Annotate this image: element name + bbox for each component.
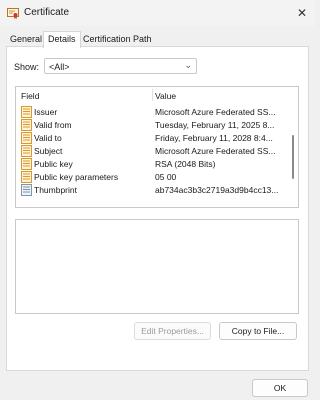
property-icon [21,171,32,183]
close-button[interactable]: ✕ [289,0,315,26]
field-value: 05 00 [155,172,177,182]
field-name: Thumbprint [34,185,77,195]
window-title: Certificate [24,7,70,18]
property-icon [21,119,32,131]
tab-details[interactable]: Details [43,31,81,48]
field-name: Subject [34,146,63,156]
show-dropdown[interactable]: <All> ⌄ [44,58,197,74]
details-panel: Show: <All> ⌄ Field Value Issuer Microso… [6,46,309,371]
list-header: Field Value [16,87,298,103]
tab-certification-path[interactable]: Certification Path [79,33,156,47]
list-item[interactable]: Valid to Friday, February 11, 2028 8:4..… [16,132,288,145]
column-header-field[interactable]: Field [21,91,39,101]
field-value: Microsoft Azure Federated SS... [155,107,276,117]
list-item[interactable]: Subject Microsoft Azure Federated SS... [16,145,288,158]
chevron-down-icon: ⌄ [184,60,192,70]
tab-strip: General Details Certification Path [6,31,310,48]
column-header-value[interactable]: Value [155,91,176,101]
property-icon [21,132,32,144]
close-icon: ✕ [296,6,308,20]
ok-button[interactable]: OK [252,379,308,397]
field-name: Valid to [34,133,62,143]
scrollbar-thumb[interactable] [292,135,294,179]
field-name: Issuer [34,107,58,117]
vertical-scrollbar[interactable] [289,105,297,207]
show-dropdown-value: <All> [49,62,70,72]
field-value: Friday, February 11, 2028 8:4... [155,133,273,143]
list-item[interactable]: Public key parameters 05 00 [16,171,288,184]
edit-properties-button[interactable]: Edit Properties... [134,322,211,340]
certificate-icon [7,7,19,19]
list-item[interactable]: Public key RSA (2048 Bits) [16,158,288,171]
field-name: Public key parameters [34,172,119,182]
property-icon [21,158,32,170]
thumbprint-icon [21,184,32,196]
field-name: Valid from [34,120,72,130]
copy-to-file-button[interactable]: Copy to File... [219,322,297,340]
field-value: Tuesday, February 11, 2025 8... [155,120,275,130]
list-item[interactable]: Valid from Tuesday, February 11, 2025 8.… [16,119,288,132]
fields-list[interactable]: Field Value Issuer Microsoft Azure Feder… [15,86,299,208]
field-value: Microsoft Azure Federated SS... [155,146,276,156]
column-divider[interactable] [152,89,153,101]
property-icon [21,106,32,118]
field-value: ab734ac3b3c2719a3d9b4cc13... [155,185,279,195]
tab-general[interactable]: General [6,33,46,47]
list-item[interactable]: Thumbprint ab734ac3b3c2719a3d9b4cc13... [16,184,288,197]
show-label: Show: [14,62,40,72]
field-name: Public key [34,159,73,169]
list-item[interactable]: Issuer Microsoft Azure Federated SS... [16,106,288,119]
field-detail-textbox[interactable] [15,219,299,314]
property-icon [21,145,32,157]
title-bar: Certificate ✕ [0,0,315,26]
field-value: RSA (2048 Bits) [155,159,216,169]
